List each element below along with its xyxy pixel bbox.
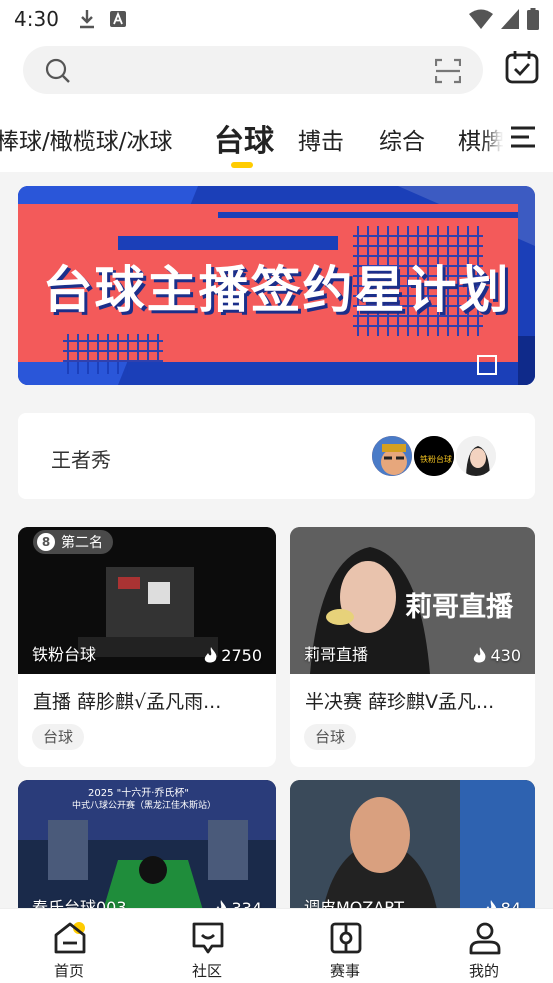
avatar[interactable] [454,434,498,478]
promo-banner[interactable]: 台球主播签约星计划 [18,186,535,385]
channel-name: 铁粉台球 [32,645,97,664]
live-title: 半决赛 薛珍麒V孟凡... [305,691,495,713]
active-tab-indicator [231,162,253,168]
tab-baseball-football-hockey[interactable]: 棒球/橄榄球/冰球 [0,122,173,156]
search-input[interactable] [23,46,483,94]
bottom-navigation: 首页 社区 赛事 我的 [0,908,553,983]
tab-general[interactable]: 综合 [379,122,425,156]
profile-icon [468,921,502,959]
live-thumbnail: 8 第二名 铁粉台球 2750 [18,527,276,674]
heat-value: 430 [490,646,521,665]
flame-icon [205,647,217,663]
category-tabs: 棒球/橄榄球/冰球 台球 搏击 综合 棋牌 [0,100,553,172]
signal-icon [501,9,519,29]
status-time: 4:30 [14,7,59,31]
category-tag[interactable]: 台球 [304,724,357,750]
channel-name: 莉哥直播 [304,645,369,664]
thumbnail-overlay-text: 莉哥直播 [405,592,513,623]
live-thumbnail: 2025 "十六开·乔氏杯" 中式八球公开赛（黑龙江佳木斯站） 春氏台球003 … [18,780,276,927]
wifi-icon [469,9,493,29]
event-subtitle: 中式八球公开赛（黑龙江佳木斯站） [72,801,217,811]
live-thumbnail: 莉哥直播 莉哥直播 430 [290,527,535,674]
live-card[interactable]: 8 第二名 铁粉台球 2750 直播 薛胗麒√孟凡雨... 台球 [18,527,276,767]
status-bar: 4:30 [0,0,553,38]
calendar-check-icon[interactable] [505,50,539,88]
font-app-icon [109,11,126,27]
scan-icon[interactable] [434,58,462,88]
heat-count: 430 [473,646,521,665]
avatar[interactable] [370,434,414,478]
live-title: 直播 薛胗麒√孟凡雨... [33,691,222,713]
top-bar [0,38,553,100]
section-title: 王者秀 [51,448,111,472]
live-card[interactable]: 莉哥直播 莉哥直播 430 半决赛 薛珍麒V孟凡... 台球 [290,527,535,767]
menu-icon [511,126,535,148]
heat-count: 2750 [204,646,262,665]
live-thumbnail: 调皮MOZART 84 [290,780,535,927]
download-icon [79,10,94,29]
nav-label: 赛事 [329,962,360,980]
nav-label: 首页 [53,962,84,980]
battery-icon [527,8,539,30]
search-icon [45,58,71,88]
tab-menu-button[interactable] [503,100,553,172]
tab-chess-cards[interactable]: 棋牌 [458,122,504,156]
nav-community[interactable]: 社区 [157,909,257,983]
nav-label: 社区 [191,962,222,980]
event-title: 2025 "十六开·乔氏杯" [88,788,190,799]
tab-billiards[interactable]: 台球 [214,116,274,160]
nav-home[interactable]: 首页 [19,909,119,983]
flame-icon [474,647,486,663]
svg-text:铁粉台球: 铁粉台球 [420,454,452,464]
banner-title: 台球主播签约星计划 [42,260,511,319]
rank-badge: 8 第二名 [33,530,113,554]
streamer-showcase[interactable]: 王者秀 铁粉台球 [18,413,535,499]
avatar[interactable]: 铁粉台球 [412,434,456,478]
tab-combat[interactable]: 搏击 [298,122,344,156]
rank-label: 第二名 [61,535,103,551]
match-icon [329,921,363,959]
home-icon [53,921,87,959]
nav-label: 我的 [468,962,499,980]
heat-value: 2750 [221,646,262,665]
category-tag[interactable]: 台球 [32,724,85,750]
community-icon [191,921,225,959]
nav-profile[interactable]: 我的 [434,909,534,983]
rank-number: 8 [37,533,55,551]
nav-matches[interactable]: 赛事 [295,909,395,983]
